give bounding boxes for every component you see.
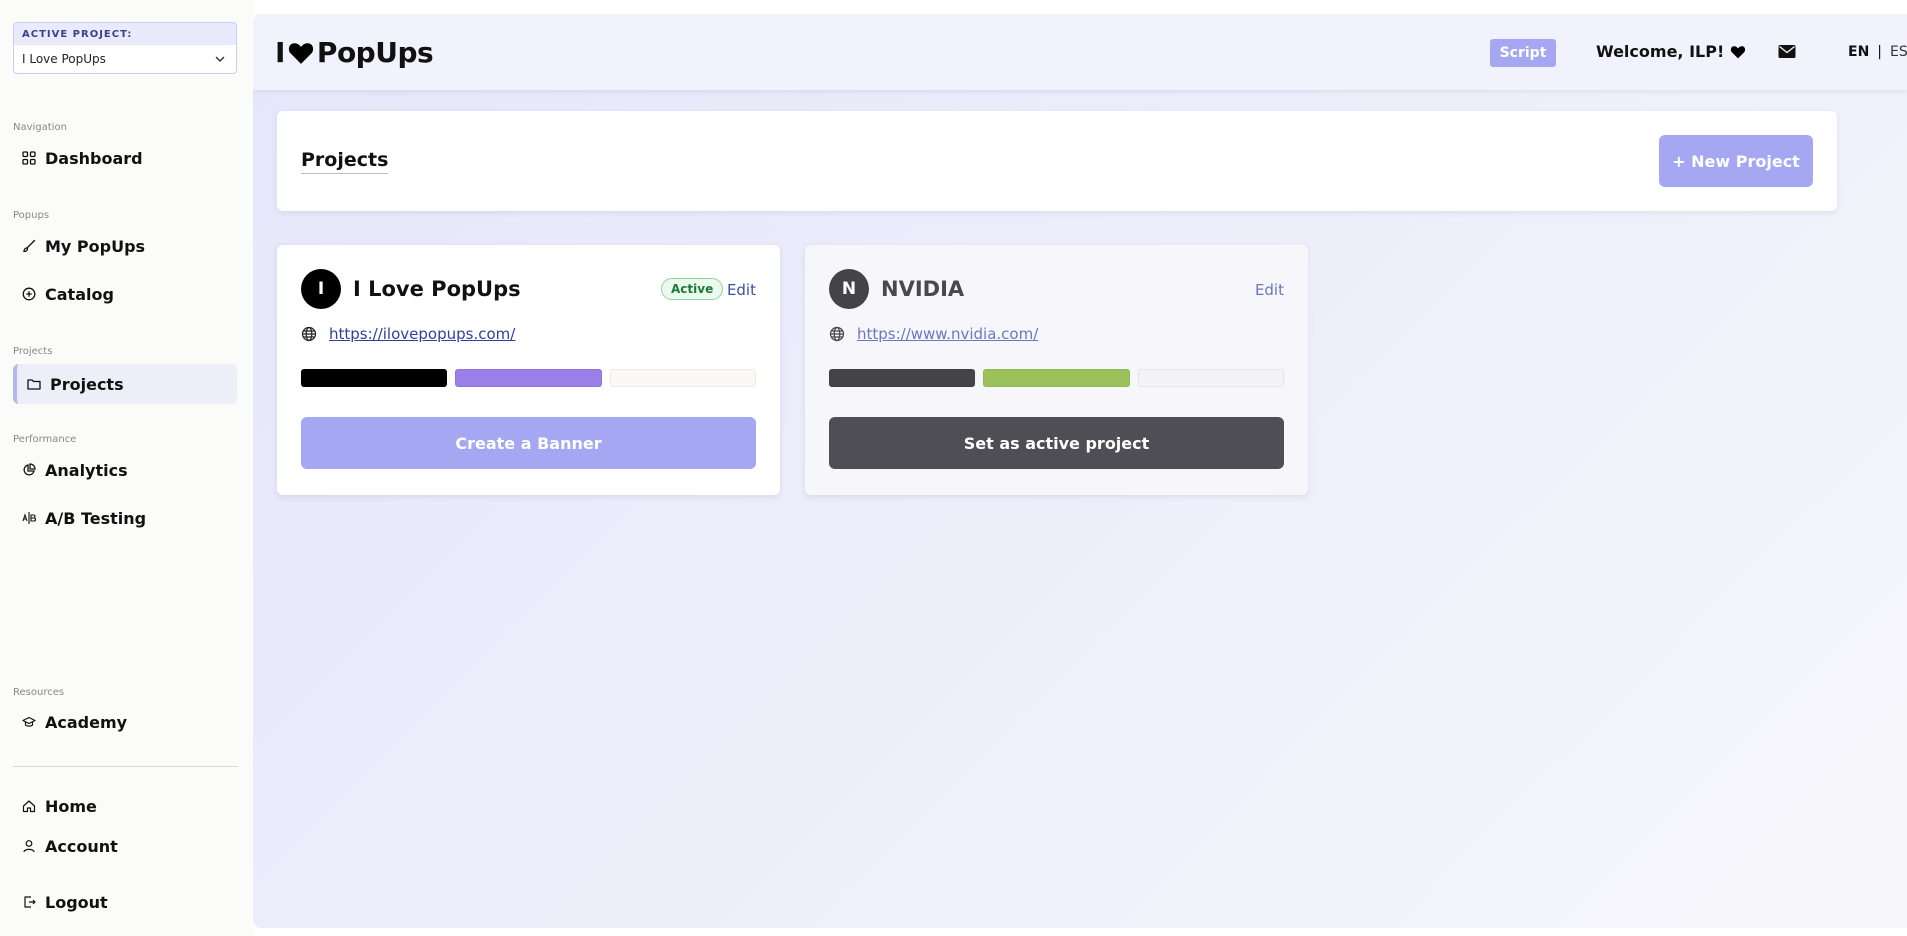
- color-palette: [301, 369, 756, 387]
- sidebar-item-account[interactable]: Account: [13, 828, 237, 864]
- lang-es-link[interactable]: ES: [1890, 44, 1907, 60]
- section-label-performance: Performance: [13, 434, 77, 445]
- sidebar-item-label: Academy: [45, 712, 128, 732]
- active-project-label: ACTIVE PROJECT:: [14, 23, 236, 45]
- project-name: NVIDIA: [881, 277, 965, 301]
- project-url-link[interactable]: https://www.nvidia.com/: [857, 325, 1038, 343]
- pie-chart-icon: [23, 463, 36, 476]
- color-palette: [829, 369, 1284, 387]
- sidebar-item-label: Catalog: [45, 284, 114, 304]
- sidebar-item-label: Analytics: [45, 460, 128, 480]
- sidebar-item-label: My PopUps: [45, 236, 146, 256]
- sidebar-item-projects[interactable]: Projects: [13, 364, 237, 404]
- sidebar-item-label: Dashboard: [45, 148, 143, 168]
- script-button[interactable]: Script: [1490, 39, 1556, 67]
- welcome-text: Welcome, ILP!: [1596, 42, 1725, 61]
- sidebar-item-logout[interactable]: Logout: [13, 884, 237, 920]
- brush-icon: [23, 239, 36, 253]
- project-card: I I Love PopUps Active Edit https://ilov…: [277, 245, 780, 495]
- lang-separator: |: [1877, 44, 1882, 60]
- color-swatch: [1137, 369, 1284, 387]
- sidebar-item-home[interactable]: Home: [13, 788, 237, 824]
- create-banner-button[interactable]: Create a Banner: [301, 417, 756, 469]
- section-label-navigation: Navigation: [13, 122, 67, 133]
- grid-icon: [22, 151, 36, 165]
- sidebar-item-dashboard[interactable]: Dashboard: [13, 140, 237, 176]
- edit-project-link[interactable]: Edit: [727, 281, 756, 299]
- sidebar-item-label: Projects: [50, 374, 124, 394]
- sidebar-item-catalog[interactable]: Catalog: [13, 276, 237, 312]
- project-url-link[interactable]: https://ilovepopups.com/: [329, 325, 515, 343]
- sidebar-divider: [13, 766, 238, 767]
- new-project-button[interactable]: + New Project: [1659, 135, 1813, 187]
- active-project-dropdown[interactable]: I Love PopUps: [14, 45, 236, 73]
- logo-text-right: PopUps: [316, 36, 434, 69]
- user-icon: [23, 840, 35, 853]
- welcome-message: Welcome, ILP!: [1596, 42, 1746, 61]
- project-avatar: N: [829, 269, 869, 309]
- main-content: I PopUps Script Welcome, ILP! EN | ES Pr…: [253, 14, 1907, 928]
- color-swatch: [983, 369, 1130, 387]
- project-url-row: https://ilovepopups.com/: [301, 325, 515, 343]
- sidebar-item-label: A/B Testing: [45, 508, 147, 528]
- mail-icon[interactable]: [1778, 44, 1796, 59]
- project-card: N NVIDIA Edit https://www.nvidia.com/ Se…: [805, 245, 1308, 495]
- sidebar: ACTIVE PROJECT: I Love PopUps Navigation…: [0, 0, 253, 936]
- sidebar-item-label: Account: [45, 836, 118, 856]
- projects-header-card: Projects + New Project: [277, 111, 1837, 211]
- heart-icon: [288, 42, 314, 64]
- top-bar: I PopUps Script Welcome, ILP! EN | ES: [253, 14, 1907, 90]
- sidebar-item-label: Logout: [45, 892, 108, 912]
- project-avatar: I: [301, 269, 341, 309]
- section-label-resources: Resources: [13, 687, 65, 698]
- app-logo[interactable]: I PopUps: [275, 36, 434, 69]
- sidebar-item-academy[interactable]: Academy: [13, 704, 237, 740]
- color-swatch: [609, 369, 756, 387]
- graduation-cap-icon: [22, 716, 36, 727]
- color-swatch: [829, 369, 976, 387]
- page-title: Projects: [301, 149, 389, 174]
- home-icon: [22, 800, 36, 813]
- color-swatch: [455, 369, 602, 387]
- sidebar-item-ab-testing[interactable]: A/B Testing: [13, 500, 237, 536]
- sidebar-item-label: Home: [45, 796, 97, 816]
- logo-text-left: I: [275, 36, 285, 69]
- section-label-popups: Popups: [13, 210, 50, 221]
- language-switcher: EN | ES: [1848, 44, 1907, 60]
- plus-circle-icon: [22, 287, 36, 301]
- folder-icon: [27, 379, 41, 390]
- active-project-value: I Love PopUps: [22, 52, 106, 66]
- logout-icon: [24, 896, 36, 908]
- sidebar-item-analytics[interactable]: Analytics: [13, 452, 237, 488]
- edit-project-link[interactable]: Edit: [1255, 281, 1284, 299]
- set-active-project-button[interactable]: Set as active project: [829, 417, 1284, 469]
- lang-en-link[interactable]: EN: [1848, 44, 1869, 60]
- section-label-projects: Projects: [13, 346, 53, 357]
- chevron-down-icon: [215, 56, 225, 62]
- heart-icon: [1731, 45, 1746, 58]
- sidebar-item-my-popups[interactable]: My PopUps: [13, 228, 237, 264]
- project-name: I Love PopUps: [353, 277, 521, 301]
- globe-icon: [301, 326, 317, 342]
- color-swatch: [301, 369, 448, 387]
- status-badge: Active: [661, 278, 724, 300]
- globe-icon: [829, 326, 845, 342]
- project-url-row: https://www.nvidia.com/: [829, 325, 1038, 343]
- active-project-selector[interactable]: ACTIVE PROJECT: I Love PopUps: [13, 22, 237, 74]
- ab-test-icon: [22, 512, 36, 524]
